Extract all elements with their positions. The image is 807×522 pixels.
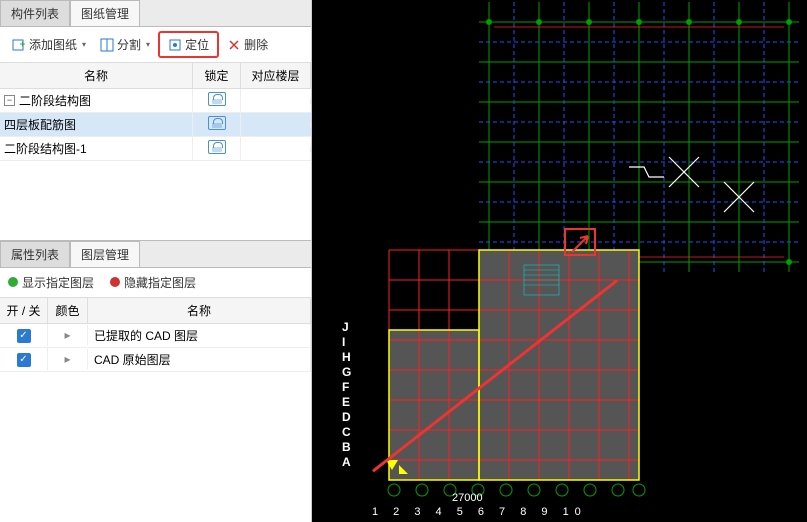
layer-row[interactable]: ✓ ▸ CAD 原始图层 bbox=[0, 348, 311, 372]
lh-color: 颜色 bbox=[48, 298, 88, 323]
cad-drawing-bottom bbox=[344, 240, 654, 510]
expand-arrow-icon[interactable]: ▸ bbox=[48, 349, 88, 369]
locate-button[interactable]: 定位 bbox=[158, 31, 219, 58]
lock-icon[interactable] bbox=[208, 140, 226, 154]
locate-icon bbox=[168, 38, 182, 52]
arrow-head-icon bbox=[570, 232, 592, 254]
lock-icon[interactable] bbox=[208, 92, 226, 106]
layer-name: CAD 原始图层 bbox=[88, 348, 311, 371]
add-drawing-button[interactable]: 添加图纸 ▾ bbox=[6, 33, 92, 56]
floor-cell[interactable] bbox=[241, 98, 311, 104]
lock-icon[interactable] bbox=[208, 116, 226, 130]
expand-arrow-icon[interactable]: ▸ bbox=[48, 325, 88, 345]
checkbox-icon[interactable]: ✓ bbox=[17, 329, 31, 343]
dimension-text: 27000 bbox=[452, 492, 483, 504]
cad-viewport[interactable]: JI HG FE DC BA 1 2 3 4 5 6 7 8 9 10 2700… bbox=[312, 0, 807, 522]
add-drawing-label: 添加图纸 bbox=[29, 36, 77, 53]
split-button[interactable]: 分割 ▾ bbox=[94, 33, 156, 56]
floor-cell[interactable] bbox=[241, 146, 311, 152]
tab-drawing-manage[interactable]: 图纸管理 bbox=[70, 0, 140, 26]
expander-icon[interactable]: − bbox=[4, 95, 15, 106]
delete-label: 删除 bbox=[244, 36, 268, 53]
cad-drawing-top bbox=[479, 2, 799, 272]
layer-body: ✓ ▸ 已提取的 CAD 图层 ✓ ▸ CAD 原始图层 bbox=[0, 324, 311, 372]
chevron-down-icon: ▾ bbox=[82, 40, 86, 49]
show-layer-button[interactable]: 显示指定图层 bbox=[8, 274, 94, 291]
tree-row[interactable]: 二阶段结构图-1 bbox=[0, 137, 311, 161]
tree-header: 名称 锁定 对应楼层 bbox=[0, 63, 311, 89]
th-lock: 锁定 bbox=[193, 63, 241, 88]
top-tabs: 构件列表 图纸管理 bbox=[0, 0, 311, 27]
th-floor: 对应楼层 bbox=[241, 63, 311, 88]
tab-property-list[interactable]: 属性列表 bbox=[0, 241, 70, 267]
show-layer-label: 显示指定图层 bbox=[22, 274, 94, 291]
tree-label: 四层板配筋图 bbox=[4, 116, 76, 133]
floor-cell[interactable] bbox=[241, 122, 311, 128]
lower-tabs: 属性列表 图层管理 bbox=[0, 240, 311, 268]
axis-numbers: 1 2 3 4 5 6 7 8 9 10 bbox=[372, 506, 587, 518]
tree-body: − 二阶段结构图 四层板配筋图 二阶段结构图-1 bbox=[0, 89, 311, 240]
locate-label: 定位 bbox=[185, 36, 209, 53]
layer-tools: 显示指定图层 隐藏指定图层 bbox=[0, 268, 311, 298]
dot-icon bbox=[8, 277, 18, 287]
delete-button[interactable]: 删除 bbox=[221, 33, 274, 56]
split-icon bbox=[100, 38, 114, 52]
chevron-down-icon: ▾ bbox=[146, 40, 150, 49]
lh-name: 名称 bbox=[88, 298, 311, 323]
th-name: 名称 bbox=[0, 63, 193, 88]
tree-row[interactable]: − 二阶段结构图 bbox=[0, 89, 311, 113]
add-icon bbox=[12, 38, 26, 52]
tab-component-list[interactable]: 构件列表 bbox=[0, 0, 70, 26]
layer-name: 已提取的 CAD 图层 bbox=[88, 324, 311, 347]
axis-letters: JI HG FE DC BA bbox=[342, 320, 351, 470]
tree-label: 二阶段结构图-1 bbox=[4, 140, 87, 157]
tab-layer-manage[interactable]: 图层管理 bbox=[70, 241, 140, 267]
drawing-toolbar: 添加图纸 ▾ 分割 ▾ 定位 删除 bbox=[0, 27, 311, 63]
delete-icon bbox=[227, 38, 241, 52]
checkbox-icon[interactable]: ✓ bbox=[17, 353, 31, 367]
tree-label: 二阶段结构图 bbox=[19, 92, 91, 109]
hide-layer-label: 隐藏指定图层 bbox=[124, 274, 196, 291]
lh-onoff: 开 / 关 bbox=[0, 298, 48, 323]
hide-layer-button[interactable]: 隐藏指定图层 bbox=[110, 274, 196, 291]
tree-row[interactable]: 四层板配筋图 bbox=[0, 113, 311, 137]
layer-row[interactable]: ✓ ▸ 已提取的 CAD 图层 bbox=[0, 324, 311, 348]
split-label: 分割 bbox=[117, 36, 141, 53]
layer-header: 开 / 关 颜色 名称 bbox=[0, 298, 311, 324]
dot-icon bbox=[110, 277, 120, 287]
